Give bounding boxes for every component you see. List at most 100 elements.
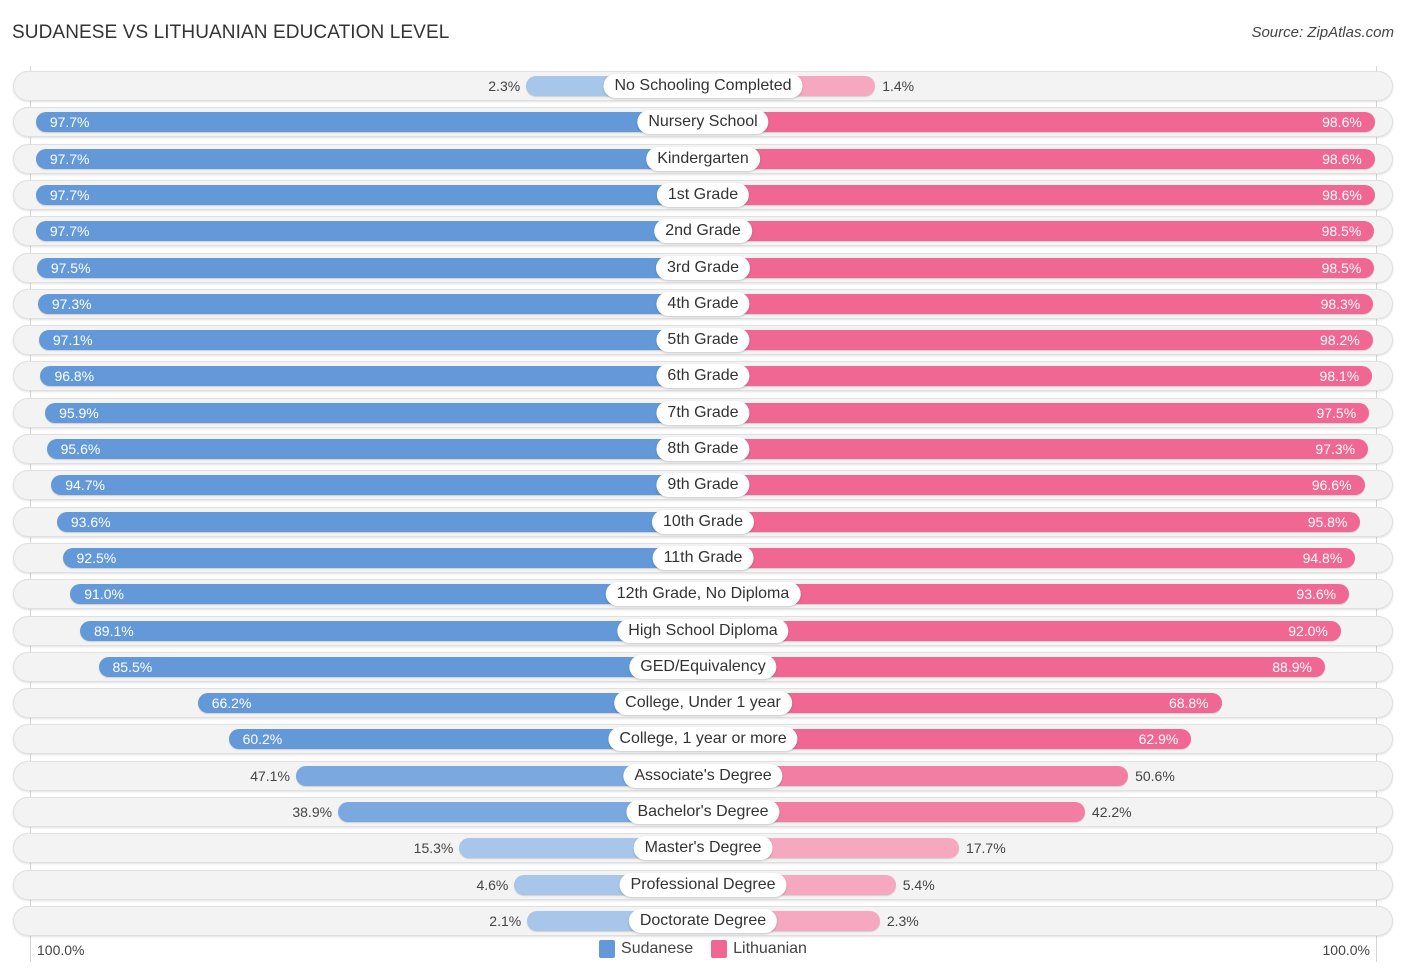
category-label: Master's Degree xyxy=(633,836,773,860)
category-label: 12th Grade, No Diploma xyxy=(605,582,801,606)
value-label-lithuanian: 94.8% xyxy=(1302,550,1343,566)
bar-sudanese[interactable] xyxy=(37,294,703,314)
bar-lithuanian[interactable] xyxy=(703,512,1361,532)
legend-label-sudanese: Sudanese xyxy=(621,940,694,957)
bar-sudanese[interactable] xyxy=(36,258,703,278)
value-label-lithuanian: 5.4% xyxy=(902,877,935,893)
legend: Sudanese Lithuanian xyxy=(0,940,1406,958)
legend-label-lithuanian: Lithuanian xyxy=(733,940,807,957)
bar-lithuanian[interactable] xyxy=(703,475,1365,495)
value-label-lithuanian: 98.2% xyxy=(1320,332,1360,348)
bar-sudanese[interactable] xyxy=(35,149,703,169)
bar-lithuanian[interactable] xyxy=(703,403,1370,423)
value-label-sudanese: 97.7% xyxy=(49,151,90,167)
value-label-lithuanian: 2.3% xyxy=(886,913,919,929)
category-label: 5th Grade xyxy=(656,328,750,352)
category-label: High School Diploma xyxy=(617,619,789,643)
bar-lithuanian[interactable] xyxy=(703,221,1375,241)
category-label: College, Under 1 year xyxy=(614,691,792,715)
value-label-lithuanian: 98.5% xyxy=(1321,260,1362,276)
bar-lithuanian[interactable] xyxy=(703,149,1375,169)
bar-lithuanian[interactable] xyxy=(703,258,1375,278)
value-label-sudanese: 94.7% xyxy=(65,477,105,493)
bar-lithuanian[interactable] xyxy=(703,366,1373,386)
bar-sudanese[interactable] xyxy=(51,475,703,495)
category-label: 8th Grade xyxy=(656,437,750,461)
bar-lithuanian[interactable] xyxy=(703,657,1325,677)
category-label: Associate's Degree xyxy=(623,764,783,788)
legend-item-sudanese[interactable]: Sudanese xyxy=(599,940,693,958)
value-label-sudanese: 97.5% xyxy=(50,260,91,276)
bar-lithuanian[interactable] xyxy=(703,621,1341,641)
category-label: Kindergarten xyxy=(646,147,760,171)
category-label: 9th Grade xyxy=(656,473,750,497)
legend-swatch-lithuanian xyxy=(711,940,728,958)
bar-sudanese[interactable] xyxy=(62,548,703,568)
value-label-sudanese: 85.5% xyxy=(112,659,153,675)
bar-sudanese[interactable] xyxy=(46,439,703,459)
bar-sudanese[interactable] xyxy=(35,221,703,241)
value-label-sudanese: 97.1% xyxy=(52,332,93,348)
category-label: 11th Grade xyxy=(652,546,754,570)
bar-lithuanian[interactable] xyxy=(703,439,1369,459)
bar-sudanese[interactable] xyxy=(35,112,703,132)
bar-lithuanian[interactable] xyxy=(703,330,1373,350)
bar-sudanese[interactable] xyxy=(35,185,703,205)
value-label-lithuanian: 17.7% xyxy=(965,840,1006,856)
value-label-sudanese: 15.3% xyxy=(413,840,454,856)
value-label-sudanese: 4.6% xyxy=(476,877,509,893)
bar-sudanese[interactable] xyxy=(45,403,703,423)
category-label: 6th Grade xyxy=(656,364,750,388)
category-label: 3rd Grade xyxy=(655,256,751,280)
category-label: Doctorate Degree xyxy=(628,909,778,933)
category-label: Nursery School xyxy=(637,110,769,134)
value-label-sudanese: 47.1% xyxy=(250,768,290,784)
value-label-sudanese: 2.1% xyxy=(489,913,522,929)
chart-title: SUDANESE VS LITHUANIAN EDUCATION LEVEL xyxy=(12,22,450,43)
bar-sudanese[interactable] xyxy=(80,621,703,641)
category-label: College, 1 year or more xyxy=(608,727,798,751)
category-label: No Schooling Completed xyxy=(603,74,803,98)
bar-sudanese[interactable] xyxy=(40,366,703,386)
bar-sudanese[interactable] xyxy=(56,512,703,532)
value-label-lithuanian: 98.1% xyxy=(1319,368,1360,384)
value-label-lithuanian: 98.6% xyxy=(1322,114,1362,130)
category-label: 10th Grade xyxy=(651,510,755,534)
value-label-sudanese: 89.1% xyxy=(94,623,134,639)
value-label-lithuanian: 96.6% xyxy=(1311,477,1352,493)
value-label-sudanese: 95.9% xyxy=(59,405,99,421)
source-credit: Source: ZipAtlas.com xyxy=(1251,24,1394,41)
category-label: 4th Grade xyxy=(656,292,750,316)
bar-lithuanian[interactable] xyxy=(703,185,1375,205)
category-label: GED/Equivalency xyxy=(629,655,777,679)
value-label-lithuanian: 1.4% xyxy=(882,78,915,94)
value-label-sudanese: 91.0% xyxy=(84,586,124,602)
value-label-sudanese: 96.8% xyxy=(54,368,95,384)
value-label-lithuanian: 98.5% xyxy=(1321,223,1362,239)
value-label-lithuanian: 97.3% xyxy=(1315,441,1356,457)
bar-lithuanian[interactable] xyxy=(703,294,1374,314)
value-label-lithuanian: 62.9% xyxy=(1138,731,1179,747)
value-label-lithuanian: 68.8% xyxy=(1168,695,1209,711)
value-label-sudanese: 97.7% xyxy=(49,187,90,203)
value-label-lithuanian: 42.2% xyxy=(1091,804,1132,820)
category-label: Bachelor's Degree xyxy=(626,800,780,824)
bar-lithuanian[interactable] xyxy=(703,112,1375,132)
value-label-lithuanian: 50.6% xyxy=(1135,768,1175,784)
value-label-lithuanian: 88.9% xyxy=(1272,659,1312,675)
value-label-sudanese: 66.2% xyxy=(211,695,252,711)
value-label-sudanese: 97.3% xyxy=(51,296,92,312)
value-label-lithuanian: 95.8% xyxy=(1307,514,1348,530)
value-label-lithuanian: 97.5% xyxy=(1316,405,1357,421)
legend-item-lithuanian[interactable]: Lithuanian xyxy=(711,940,807,958)
category-label: Professional Degree xyxy=(619,873,787,897)
bar-sudanese[interactable] xyxy=(98,657,703,677)
bar-lithuanian[interactable] xyxy=(703,548,1356,568)
value-label-lithuanian: 98.6% xyxy=(1322,151,1362,167)
legend-swatch-sudanese xyxy=(599,940,616,958)
bar-sudanese[interactable] xyxy=(38,330,703,350)
value-label-lithuanian: 98.6% xyxy=(1322,187,1362,203)
value-label-sudanese: 95.6% xyxy=(60,441,101,457)
value-label-sudanese: 93.6% xyxy=(70,514,111,530)
value-label-sudanese: 97.7% xyxy=(49,223,90,239)
